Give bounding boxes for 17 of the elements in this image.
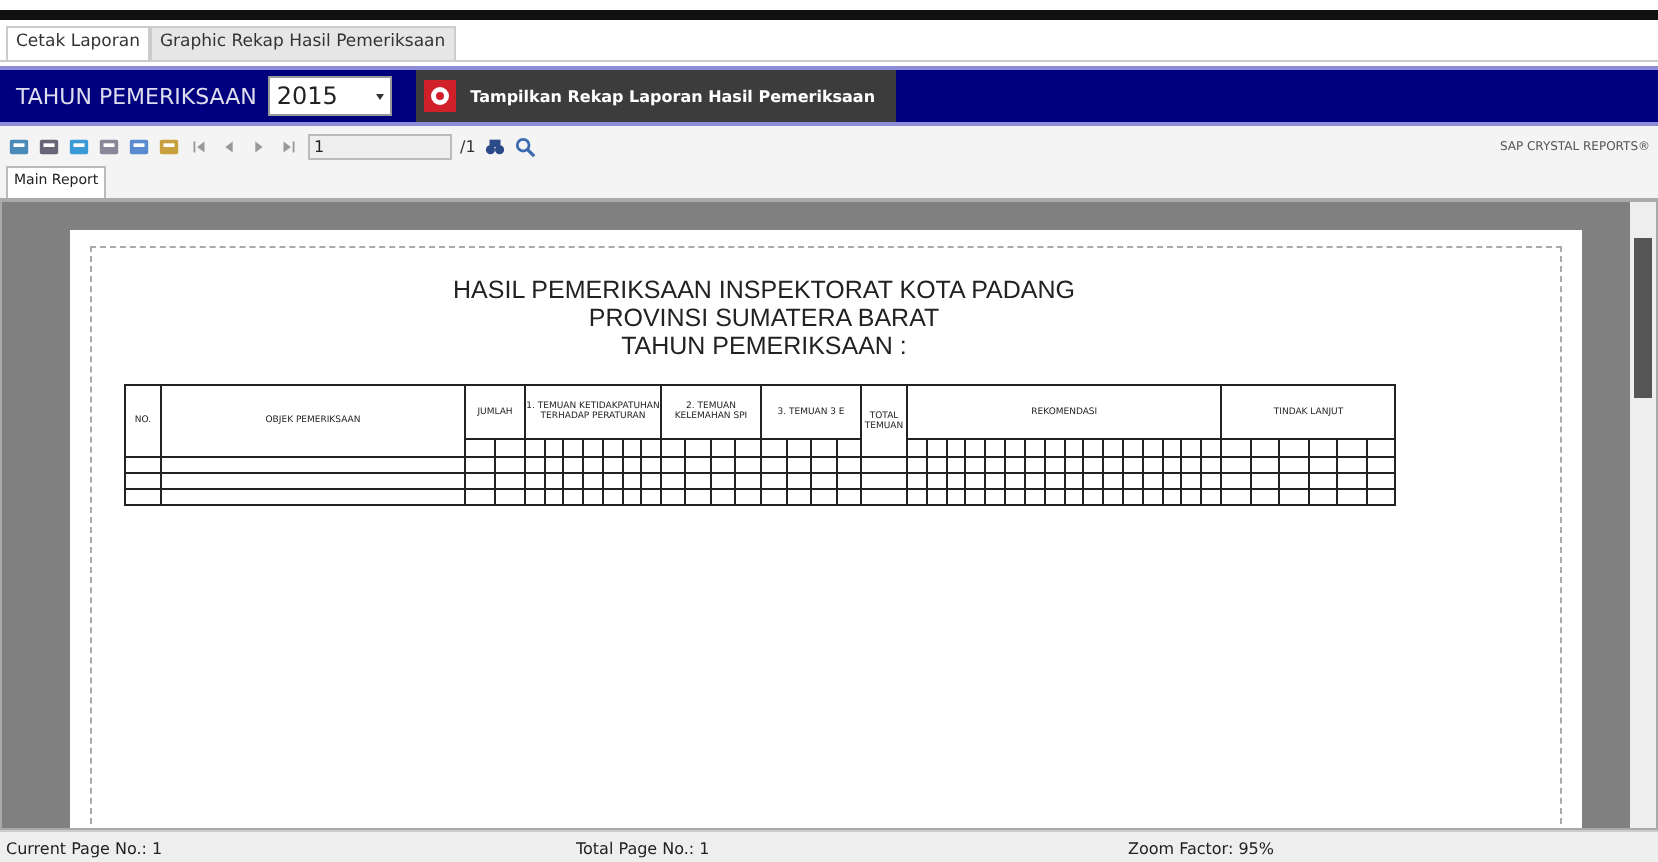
page-total: /1 (460, 137, 476, 155)
tab[interactable]: Graphic Rekap Hasil Pemeriksaan (149, 26, 456, 60)
status-text: Zoom Factor: 95% (1128, 839, 1274, 857)
report-title: PROVINSI SUMATERA BARAT (586, 304, 942, 332)
year-dropdown[interactable]: 2015 (268, 76, 393, 116)
binoculars-icon[interactable] (483, 135, 506, 157)
status-text: Current Page No.: 1 (4, 839, 165, 857)
status-text: Total Page No.: 1 (576, 839, 712, 857)
scrollbar[interactable] (1630, 202, 1656, 828)
show-report-button[interactable]: Tampilkan Rekap Laporan Hasil Pemeriksaan (416, 70, 897, 122)
tab[interactable]: Cetak Laporan (6, 26, 150, 60)
report-title: TAHUN PEMERIKSAAN : (619, 332, 909, 360)
zoom-icon[interactable] (513, 135, 536, 157)
page-field[interactable]: 1 (308, 133, 452, 159)
year-label: TAHUN PEMERIKSAAN (14, 83, 259, 109)
report-title: HASIL PEMERIKSAAN INSPEKTORAT KOTA PADANG (451, 276, 1077, 304)
logo-icon (424, 80, 457, 112)
